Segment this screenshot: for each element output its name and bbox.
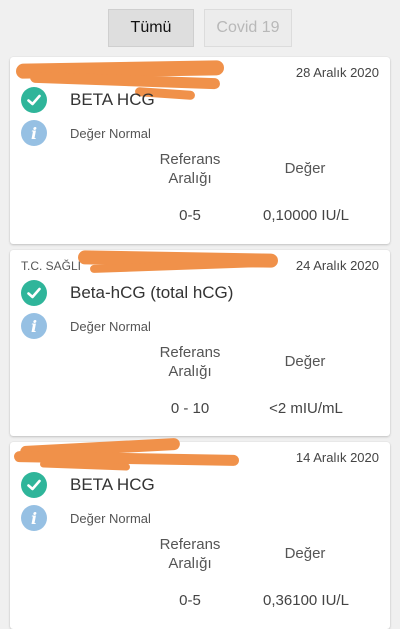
result-card[interactable]: T.C. SAĞLI 24 Aralık 2020 Beta-hCG (tota…	[10, 250, 390, 436]
value-header: Değer	[284, 545, 326, 562]
info-icon[interactable]: i	[21, 505, 47, 531]
test-name: Beta-hCG (total hCG)	[70, 283, 234, 302]
result-value: 0,36100 IU/L	[263, 592, 349, 609]
reference-header: Referans Aralığı	[159, 344, 221, 380]
test-name: BETA HCG	[70, 475, 155, 494]
result-card[interactable]: 14 Aralık 2020 BETA HCG i Değer Normal R…	[10, 437, 390, 629]
result-value: 0,10000 IU/L	[263, 207, 349, 224]
check-circle-icon	[21, 87, 47, 113]
reference-range: 0-5	[179, 592, 201, 609]
test-name: BETA HCG	[70, 90, 155, 109]
result-card[interactable]: 28 Aralık 2020 BETA HCG i Değer Normal R…	[10, 57, 390, 244]
result-date: 14 Aralık 2020	[295, 450, 379, 465]
filter-tabs: Tümü Covid 19	[0, 9, 400, 49]
info-icon[interactable]: i	[21, 313, 47, 339]
reference-range: 0 - 10	[170, 400, 210, 417]
reference-header: Referans Aralığı	[159, 536, 221, 572]
result-value: <2 mIU/mL	[269, 400, 343, 417]
check-circle-icon	[21, 472, 47, 498]
status-text: Değer Normal	[70, 319, 151, 334]
value-header: Değer	[284, 160, 326, 177]
status-text: Değer Normal	[70, 126, 151, 141]
reference-header: Referans Aralığı	[159, 151, 221, 187]
check-circle-icon	[21, 280, 47, 306]
result-date: 24 Aralık 2020	[295, 258, 379, 273]
result-date: 28 Aralık 2020	[295, 65, 379, 80]
info-icon[interactable]: i	[21, 120, 47, 146]
tab-covid19[interactable]: Covid 19	[204, 9, 292, 47]
reference-range: 0-5	[179, 207, 201, 224]
tab-all[interactable]: Tümü	[108, 9, 194, 47]
value-header: Değer	[284, 353, 326, 370]
status-text: Değer Normal	[70, 511, 151, 526]
